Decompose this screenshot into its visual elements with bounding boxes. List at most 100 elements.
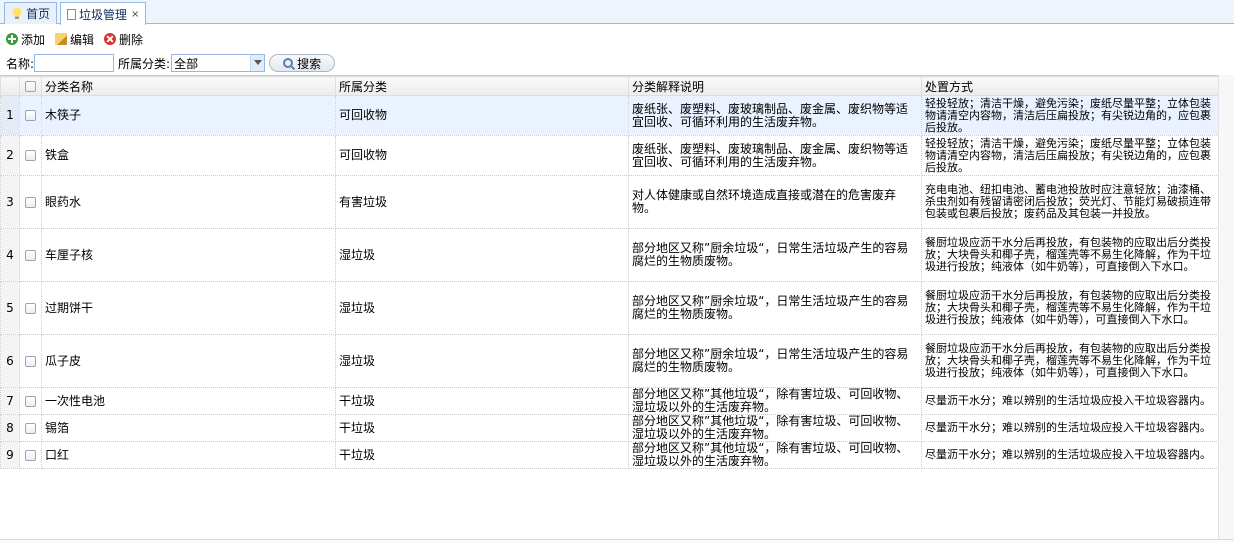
data-grid: 分类名称 所属分类 分类解释说明 处置方式 1 木筷子 可回收物 废纸张、废塑料…	[0, 75, 1234, 543]
table-row[interactable]: 7 一次性电池 干垃圾 部分地区又称”其他垃圾“，除有害垃圾、可回收物、湿垃圾以…	[0, 387, 1219, 415]
cell-description: 部分地区又称”其他垃圾“，除有害垃圾、可回收物、湿垃圾以外的生活废弃物。	[628, 387, 922, 415]
row-checkbox[interactable]	[19, 441, 42, 469]
document-icon	[67, 8, 76, 20]
cell-category: 湿垃圾	[335, 281, 629, 335]
cell-category: 干垃圾	[335, 441, 629, 469]
table-row[interactable]: 2 铁盒 可回收物 废纸张、废塑料、废玻璃制品、废金属、废织物等适宜回收、可循环…	[0, 135, 1219, 176]
row-number: 8	[0, 414, 20, 442]
cell-description: 废纸张、废塑料、废玻璃制品、废金属、废织物等适宜回收、可循环利用的生活废弃物。	[628, 95, 922, 136]
cell-category: 可回收物	[335, 135, 629, 176]
cell-name: 木筷子	[41, 95, 336, 136]
cell-description: 部分地区又称”厨余垃圾“，日常生活垃圾产生的容易腐烂的生物质废物。	[628, 334, 922, 388]
cell-description: 部分地区又称”厨余垃圾“，日常生活垃圾产生的容易腐烂的生物质废物。	[628, 281, 922, 335]
category-label: 所属分类:	[118, 56, 171, 71]
cell-description: 部分地区又称”厨余垃圾“，日常生活垃圾产生的容易腐烂的生物质废物。	[628, 228, 922, 282]
tab-home-label: 首页	[26, 7, 51, 21]
edit-button[interactable]: 编辑	[55, 31, 94, 48]
close-icon[interactable]: ×	[131, 9, 139, 20]
cell-category: 湿垃圾	[335, 334, 629, 388]
name-label: 名称:	[6, 56, 35, 71]
cell-name: 锡箔	[41, 414, 336, 442]
cell-disposal: 餐厨垃圾应沥干水分后再投放，有包装物的应取出后分类投放；大块骨头和椰子壳，榴莲壳…	[921, 334, 1219, 388]
tab-home[interactable]: 首页	[4, 2, 58, 24]
delete-icon	[104, 33, 117, 45]
row-number: 1	[0, 95, 20, 136]
add-button-label: 添加	[21, 32, 46, 47]
row-checkbox[interactable]	[19, 175, 42, 229]
cell-category: 干垃圾	[335, 414, 629, 442]
table-header: 分类名称 所属分类 分类解释说明 处置方式	[0, 76, 1219, 96]
column-header-category[interactable]: 所属分类	[335, 76, 629, 96]
select-all-checkbox[interactable]	[19, 76, 42, 96]
chevron-down-icon[interactable]	[250, 55, 265, 71]
search-icon	[283, 58, 294, 68]
row-checkbox[interactable]	[19, 228, 42, 282]
cell-description: 部分地区又称”其他垃圾“，除有害垃圾、可回收物、湿垃圾以外的生活废弃物。	[628, 441, 922, 469]
cell-category: 可回收物	[335, 95, 629, 136]
cell-disposal: 尽量沥干水分；难以辨别的生活垃圾应投入干垃圾容器内。	[921, 387, 1219, 415]
tab-garbage-label: 垃圾管理	[79, 7, 128, 22]
cell-name: 瓜子皮	[41, 334, 336, 388]
row-checkbox[interactable]	[19, 387, 42, 415]
pagination-bar	[0, 539, 1234, 543]
cell-disposal: 餐厨垃圾应沥干水分后再投放，有包装物的应取出后分类投放；大块骨头和椰子壳，榴莲壳…	[921, 281, 1219, 335]
cell-description: 对人体健康或自然环境造成直接或潜在的危害废弃物。	[628, 175, 922, 229]
cell-category: 湿垃圾	[335, 228, 629, 282]
column-header-description[interactable]: 分类解释说明	[628, 76, 922, 96]
row-checkbox[interactable]	[19, 281, 42, 335]
row-number: 4	[0, 228, 20, 282]
cell-description: 废纸张、废塑料、废玻璃制品、废金属、废织物等适宜回收、可循环利用的生活废弃物。	[628, 135, 922, 176]
table-row[interactable]: 4 车厘子核 湿垃圾 部分地区又称”厨余垃圾“，日常生活垃圾产生的容易腐烂的生物…	[0, 228, 1219, 282]
search-button[interactable]: 搜索	[269, 54, 336, 72]
cell-name: 眼药水	[41, 175, 336, 229]
cell-disposal: 轻投轻放；清洁干燥，避免污染；废纸尽量平整；立体包装物请清空内容物，清洁后压扁投…	[921, 95, 1219, 136]
row-checkbox[interactable]	[19, 334, 42, 388]
category-select-value: 全部	[174, 56, 199, 71]
row-number: 3	[0, 175, 20, 229]
vertical-scrollbar[interactable]	[1218, 75, 1234, 543]
row-checkbox[interactable]	[19, 135, 42, 176]
cell-name: 车厘子核	[41, 228, 336, 282]
search-row: 名称: 所属分类: 全部 搜索	[6, 53, 336, 73]
table-row[interactable]: 1 木筷子 可回收物 废纸张、废塑料、废玻璃制品、废金属、废织物等适宜回收、可循…	[0, 95, 1219, 136]
row-number: 9	[0, 441, 20, 469]
cell-name: 口红	[41, 441, 336, 469]
cell-category: 干垃圾	[335, 387, 629, 415]
add-icon	[6, 33, 18, 45]
table-row[interactable]: 9 口红 干垃圾 部分地区又称”其他垃圾“，除有害垃圾、可回收物、湿垃圾以外的生…	[0, 441, 1219, 469]
cell-disposal: 尽量沥干水分；难以辨别的生活垃圾应投入干垃圾容器内。	[921, 414, 1219, 442]
row-checkbox[interactable]	[19, 414, 42, 442]
cell-name: 一次性电池	[41, 387, 336, 415]
bulb-icon	[11, 7, 23, 20]
cell-disposal: 充电电池、纽扣电池、蓄电池投放时应注意轻放；油漆桶、杀虫剂如有残留请密闭后投放；…	[921, 175, 1219, 229]
category-select[interactable]: 全部	[171, 54, 266, 72]
name-input[interactable]	[34, 54, 115, 72]
column-header-disposal[interactable]: 处置方式	[921, 76, 1219, 96]
delete-button[interactable]: 删除	[104, 31, 143, 48]
cell-name: 铁盒	[41, 135, 336, 176]
row-number: 2	[0, 135, 20, 176]
table-row[interactable]: 8 锡箔 干垃圾 部分地区又称”其他垃圾“，除有害垃圾、可回收物、湿垃圾以外的生…	[0, 414, 1219, 442]
tab-garbage-management[interactable]: 垃圾管理 ×	[60, 2, 147, 25]
cell-disposal: 轻投轻放；清洁干燥，避免污染；废纸尽量平整；立体包装物请清空内容物，清洁后压扁投…	[921, 135, 1219, 176]
table-row[interactable]: 5 过期饼干 湿垃圾 部分地区又称”厨余垃圾“，日常生活垃圾产生的容易腐烂的生物…	[0, 281, 1219, 335]
search-button-label: 搜索	[297, 56, 322, 71]
edit-icon	[55, 33, 68, 45]
row-number-header	[0, 76, 20, 96]
row-checkbox[interactable]	[19, 95, 42, 136]
cell-disposal: 餐厨垃圾应沥干水分后再投放，有包装物的应取出后分类投放；大块骨头和椰子壳，榴莲壳…	[921, 228, 1219, 282]
column-header-name[interactable]: 分类名称	[41, 76, 336, 96]
table-row[interactable]: 6 瓜子皮 湿垃圾 部分地区又称”厨余垃圾“，日常生活垃圾产生的容易腐烂的生物质…	[0, 334, 1219, 388]
row-number: 6	[0, 334, 20, 388]
cell-disposal: 尽量沥干水分；难以辨别的生活垃圾应投入干垃圾容器内。	[921, 441, 1219, 469]
cell-category: 有害垃圾	[335, 175, 629, 229]
toolbar: 添加 编辑 删除	[6, 30, 153, 48]
add-button[interactable]: 添加	[6, 31, 45, 48]
delete-button-label: 删除	[119, 32, 144, 47]
table-row[interactable]: 3 眼药水 有害垃圾 对人体健康或自然环境造成直接或潜在的危害废弃物。 充电电池…	[0, 175, 1219, 229]
row-number: 5	[0, 281, 20, 335]
cell-description: 部分地区又称”其他垃圾“，除有害垃圾、可回收物、湿垃圾以外的生活废弃物。	[628, 414, 922, 442]
edit-button-label: 编辑	[70, 32, 95, 47]
garbage-table: 分类名称 所属分类 分类解释说明 处置方式 1 木筷子 可回收物 废纸张、废塑料…	[0, 76, 1219, 469]
row-number: 7	[0, 387, 20, 415]
